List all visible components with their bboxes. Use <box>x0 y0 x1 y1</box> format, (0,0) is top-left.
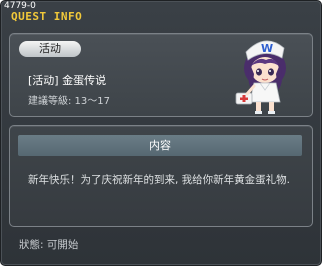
svg-text:W: W <box>261 42 273 55</box>
quest-info-window: 4779-0 QUEST INFO 活动 [活动] 金蛋传说 建議等級: 13〜… <box>0 0 322 266</box>
quest-summary-panel: 活动 [活动] 金蛋传说 建議等級: 13〜17 W <box>9 33 313 117</box>
category-badge: 活动 <box>19 41 81 57</box>
window-title: QUEST INFO <box>11 10 83 23</box>
content-header: 内容 <box>18 135 302 156</box>
quest-content-panel: 内容 新年快乐！为了庆祝新年的到来, 我给你新年黄金蛋礼物. <box>9 125 313 227</box>
level-requirement: 建議等級: 13〜17 <box>28 96 110 107</box>
quest-name: [活动] 金蛋传说 <box>28 74 107 87</box>
quest-description: 新年快乐！为了庆祝新年的到来, 我给你新年黄金蛋礼物. <box>28 174 291 186</box>
npc-portrait-icon: W <box>235 40 286 114</box>
quest-status: 狀態: 可開始 <box>19 239 79 251</box>
